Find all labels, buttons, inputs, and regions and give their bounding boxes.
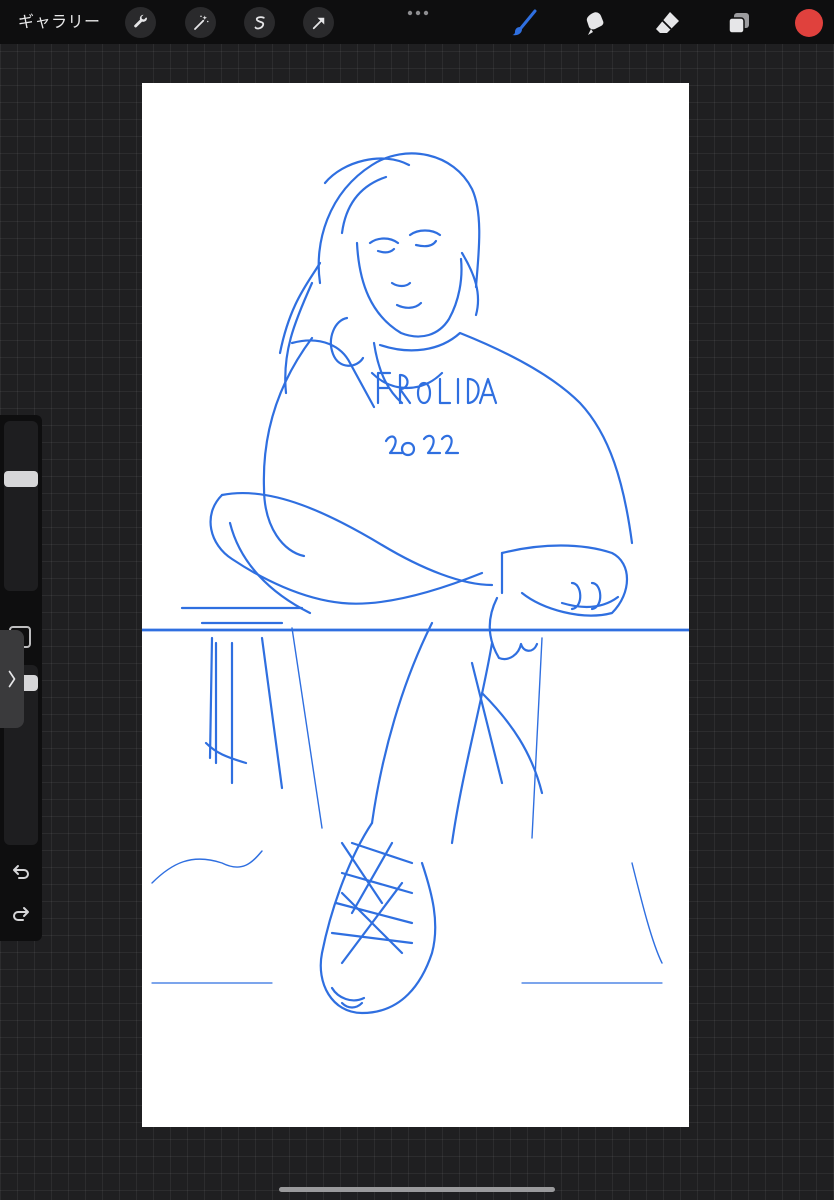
gallery-button[interactable]: ギャラリー bbox=[18, 9, 101, 35]
smudge-icon bbox=[586, 12, 604, 35]
home-indicator bbox=[279, 1187, 555, 1192]
brush-size-thumb[interactable] bbox=[4, 471, 38, 487]
selection-icon bbox=[254, 15, 265, 29]
sketch-drawing bbox=[142, 152, 689, 1015]
brush-size-slider[interactable] bbox=[4, 421, 38, 591]
eraser-icon bbox=[656, 12, 679, 33]
adjustments-button[interactable] bbox=[185, 7, 216, 38]
selection-button[interactable] bbox=[244, 7, 275, 38]
undo-button[interactable] bbox=[9, 861, 33, 885]
transform-arrow-icon bbox=[312, 17, 324, 29]
smudge-tool-button[interactable] bbox=[579, 6, 613, 40]
redo-icon bbox=[13, 907, 29, 921]
transform-button[interactable] bbox=[303, 7, 334, 38]
actions-button[interactable] bbox=[125, 7, 156, 38]
drawing-canvas[interactable] bbox=[142, 83, 689, 1127]
top-toolbar: ギャラリー bbox=[0, 0, 834, 44]
brush-tool-button[interactable] bbox=[507, 6, 541, 40]
magic-wand-icon bbox=[193, 15, 208, 30]
color-picker-button[interactable] bbox=[795, 9, 823, 37]
chevron-right-icon bbox=[8, 670, 16, 688]
eraser-tool-button[interactable] bbox=[650, 6, 684, 40]
layers-icon bbox=[728, 13, 749, 34]
wrench-icon bbox=[133, 14, 147, 27]
layers-button[interactable] bbox=[722, 6, 756, 40]
more-options-icon[interactable] bbox=[404, 6, 432, 20]
brush-icon bbox=[512, 9, 537, 36]
undo-icon bbox=[13, 865, 29, 879]
redo-button[interactable] bbox=[9, 903, 33, 927]
sidebar-toggle[interactable] bbox=[0, 630, 24, 728]
